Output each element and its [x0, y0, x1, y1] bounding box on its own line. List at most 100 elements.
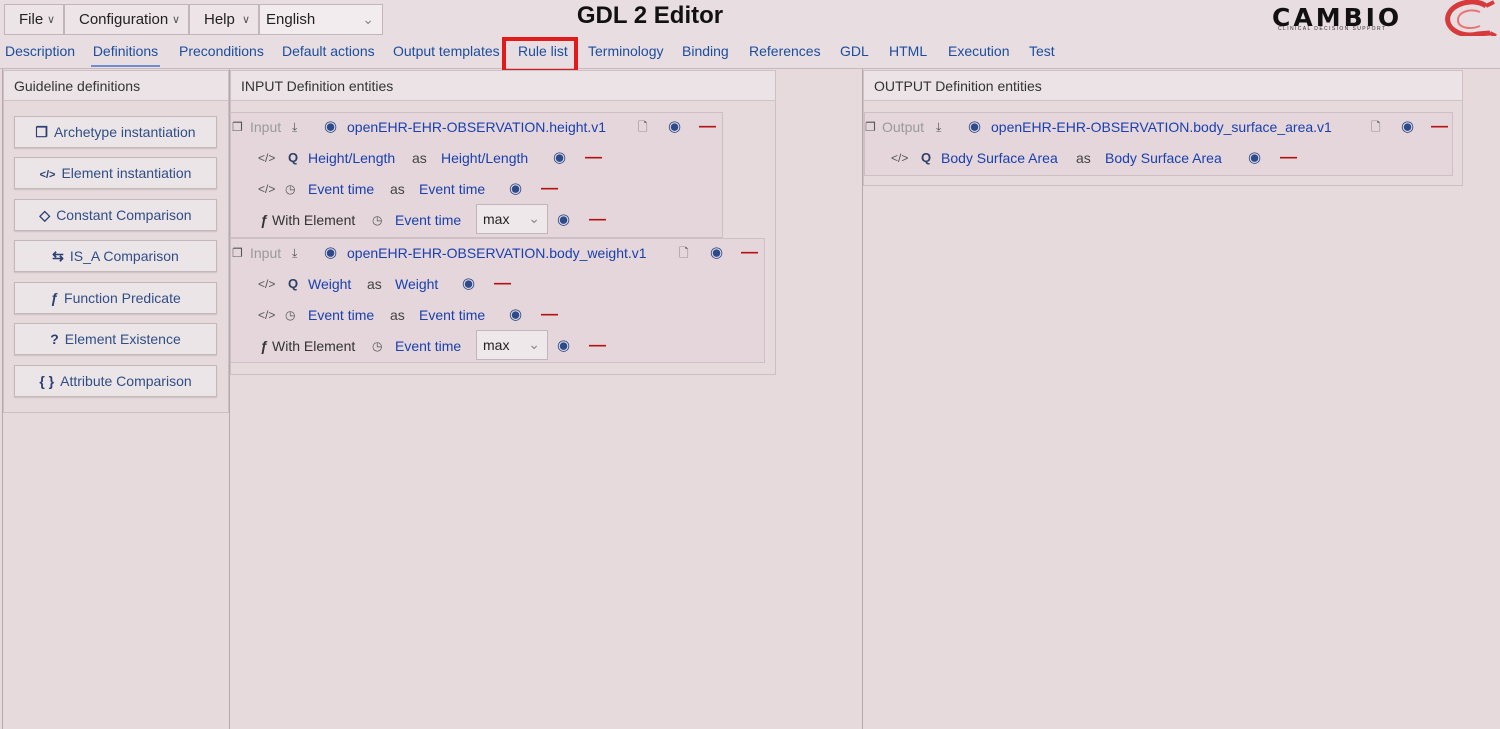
- function-element-link[interactable]: Event time: [395, 333, 461, 359]
- element-alias-link[interactable]: Weight: [395, 271, 438, 297]
- file-menu[interactable]: File ∨: [4, 4, 64, 35]
- clock-document-icon: ◷: [372, 213, 383, 227]
- eye-icon[interactable]: ◉: [557, 207, 570, 233]
- element-instantiation-button[interactable]: </> Element instantiation: [14, 157, 217, 189]
- eye-icon[interactable]: ◉: [668, 114, 681, 140]
- chevron-down-icon: ⌄: [528, 336, 540, 352]
- aggregate-select[interactable]: max ⌄: [476, 204, 548, 234]
- function-predicate-button[interactable]: ƒ Function Predicate: [14, 282, 217, 314]
- input-kind-label: Input: [250, 245, 282, 261]
- eye-icon[interactable]: ◉: [324, 240, 337, 266]
- constant-comparison-button[interactable]: ◇ Constant Comparison: [14, 199, 217, 231]
- configuration-menu-label: Configuration: [79, 11, 169, 28]
- question-mark-icon: ?: [50, 331, 59, 347]
- remove-icon[interactable]: —: [699, 114, 716, 138]
- element-name-link[interactable]: Event time: [308, 302, 374, 328]
- element-name-link[interactable]: Event time: [308, 176, 374, 202]
- element-existence-button[interactable]: ? Element Existence: [14, 323, 217, 355]
- chevron-down-icon: ∨: [46, 14, 55, 26]
- remove-icon[interactable]: —: [589, 207, 606, 231]
- archetype-instantiation-button[interactable]: ❐ Archetype instantiation: [14, 116, 217, 148]
- as-label: as: [390, 307, 405, 323]
- archetype-icon: ❐: [232, 120, 243, 134]
- rule-list-highlight-box: [502, 37, 578, 73]
- eye-icon[interactable]: ◉: [1248, 145, 1261, 171]
- cambio-logo-mark-icon: [1445, 0, 1497, 38]
- is-a-comparison-label: IS_A Comparison: [69, 248, 179, 264]
- language-select[interactable]: English ⌄: [259, 4, 383, 35]
- tab-references[interactable]: References: [749, 43, 821, 59]
- eye-icon[interactable]: ◉: [462, 271, 475, 297]
- eye-icon[interactable]: ◉: [324, 114, 337, 140]
- element-existence-label: Element Existence: [64, 331, 181, 347]
- archetype-icon: ❐: [865, 120, 876, 134]
- eye-icon[interactable]: ◉: [509, 302, 522, 328]
- download-icon[interactable]: ⤓: [292, 240, 297, 266]
- eye-icon[interactable]: ◉: [509, 176, 522, 202]
- diamond-icon: ◇: [39, 207, 51, 223]
- tab-definitions[interactable]: Definitions: [91, 43, 160, 67]
- element-alias-link[interactable]: Body Surface Area: [1105, 145, 1222, 171]
- element-alias-link[interactable]: Event time: [419, 302, 485, 328]
- tab-output-templates[interactable]: Output templates: [393, 43, 500, 59]
- tab-terminology[interactable]: Terminology: [588, 43, 663, 59]
- archetype-link[interactable]: openEHR-EHR-OBSERVATION.height.v1: [347, 114, 606, 140]
- add-document-icon[interactable]: 🗋: [1371, 114, 1381, 140]
- attribute-comparison-button[interactable]: { } Attribute Comparison: [14, 365, 217, 397]
- tab-bar: Description Definitions Preconditions De…: [0, 36, 1500, 69]
- archetype-link[interactable]: openEHR-EHR-OBSERVATION.body_surface_are…: [991, 114, 1332, 140]
- function-icon: ƒ: [260, 212, 268, 228]
- eye-icon[interactable]: ◉: [710, 240, 723, 266]
- remove-icon[interactable]: —: [589, 333, 606, 357]
- is-a-comparison-button[interactable]: ⇆ IS_A Comparison: [14, 240, 217, 272]
- tab-preconditions[interactable]: Preconditions: [179, 43, 264, 59]
- remove-icon[interactable]: —: [494, 271, 511, 295]
- aggregate-value: max: [483, 211, 510, 227]
- element-name-link[interactable]: Body Surface Area: [941, 145, 1058, 171]
- configuration-menu[interactable]: Configuration ∨: [64, 4, 189, 35]
- help-menu[interactable]: Help ∨: [189, 4, 259, 35]
- remove-icon[interactable]: —: [1431, 114, 1448, 138]
- eye-icon[interactable]: ◉: [557, 333, 570, 359]
- add-document-icon[interactable]: 🗋: [638, 114, 648, 140]
- query-icon: Q: [288, 276, 299, 291]
- as-label: as: [367, 276, 382, 292]
- add-document-icon[interactable]: 🗋: [679, 240, 689, 266]
- clock-document-icon: ◷: [285, 182, 296, 196]
- aggregate-select[interactable]: max ⌄: [476, 330, 548, 360]
- eye-icon[interactable]: ◉: [1401, 114, 1414, 140]
- remove-icon[interactable]: —: [541, 176, 558, 200]
- menu-bar: File ∨ Configuration ∨ Help ∨ English ⌄ …: [0, 0, 1500, 38]
- tab-gdl[interactable]: GDL: [840, 43, 869, 59]
- app-title: GDL 2 Editor: [576, 2, 724, 29]
- remove-icon[interactable]: —: [741, 240, 758, 264]
- element-alias-link[interactable]: Height/Length: [441, 145, 528, 171]
- attribute-comparison-label: Attribute Comparison: [60, 373, 192, 389]
- download-icon[interactable]: ⤓: [292, 114, 297, 140]
- eye-icon[interactable]: ◉: [553, 145, 566, 171]
- tab-html[interactable]: HTML: [889, 43, 927, 59]
- download-icon[interactable]: ⤓: [936, 114, 941, 140]
- as-label: as: [412, 150, 427, 166]
- tab-default-actions[interactable]: Default actions: [282, 43, 375, 59]
- archetype-link[interactable]: openEHR-EHR-OBSERVATION.body_weight.v1: [347, 240, 647, 266]
- remove-icon[interactable]: —: [541, 302, 558, 326]
- file-menu-label: File: [19, 11, 44, 28]
- element-name-link[interactable]: Weight: [308, 271, 351, 297]
- tab-execution[interactable]: Execution: [948, 43, 1009, 59]
- code-tag-icon: </>: [258, 182, 276, 196]
- tab-test[interactable]: Test: [1029, 43, 1055, 59]
- tab-description[interactable]: Description: [5, 43, 75, 59]
- remove-icon[interactable]: —: [1280, 145, 1297, 169]
- eye-icon[interactable]: ◉: [968, 114, 981, 140]
- tab-binding[interactable]: Binding: [682, 43, 729, 59]
- code-tag-icon: </>: [258, 308, 276, 322]
- function-element-link[interactable]: Event time: [395, 207, 461, 233]
- element-name-link[interactable]: Height/Length: [308, 145, 395, 171]
- code-tag-icon: </>: [39, 169, 56, 181]
- remove-icon[interactable]: —: [585, 145, 602, 169]
- swap-arrows-icon: ⇆: [52, 248, 64, 264]
- query-icon: Q: [921, 150, 932, 165]
- element-alias-link[interactable]: Event time: [419, 176, 485, 202]
- language-value: English: [266, 11, 316, 28]
